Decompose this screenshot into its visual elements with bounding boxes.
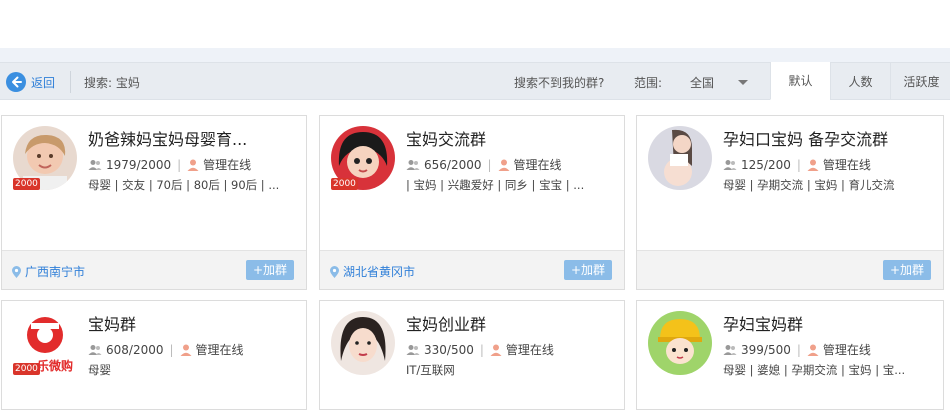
join-group-button[interactable]: +加群	[245, 260, 294, 280]
join-group-button[interactable]: +加群	[563, 260, 612, 280]
avatar-logo-text: 乐微购	[37, 359, 74, 373]
tab-sort-members[interactable]: 人数	[830, 62, 890, 100]
group-name[interactable]: 宝妈创业群	[406, 311, 616, 335]
members-icon	[88, 159, 102, 170]
search-toolbar: 返回 搜索: 宝妈 搜索不到我的群? 范围: 全国 默认 人数 活跃度	[0, 62, 950, 100]
admin-status: 管理在线	[203, 158, 252, 172]
capacity-badge: 2000	[331, 178, 358, 190]
group-tags: 母婴	[88, 363, 111, 377]
capacity-badge: 2000	[13, 363, 40, 375]
member-count: 656/2000	[424, 157, 482, 172]
member-count: 608/2000	[106, 342, 164, 357]
chevron-down-icon[interactable]	[738, 80, 748, 85]
members-icon	[88, 344, 102, 355]
admin-icon	[498, 159, 510, 171]
not-found-link[interactable]: 搜索不到我的群?	[514, 74, 604, 91]
group-card[interactable]: 2000 奶爸辣妈宝妈母婴育... 1979/2000 | 管理在线 母婴 | …	[1, 115, 307, 290]
group-meta: 1979/2000 | 管理在线	[88, 156, 251, 173]
admin-status: 管理在线	[822, 343, 871, 357]
member-count: 399/500	[741, 342, 791, 357]
group-meta: 125/200 | 管理在线	[723, 156, 871, 173]
location-text: 广西南宁市	[25, 265, 86, 279]
toolbar-divider	[70, 71, 71, 93]
page-top-blank	[0, 0, 950, 48]
group-card[interactable]: 宝妈创业群 330/500 | 管理在线 IT/互联网	[319, 300, 625, 410]
group-card[interactable]: 孕妇口宝妈 备孕交流群 125/200 | 管理在线 母婴 | 孕期交流 | 宝…	[636, 115, 944, 290]
back-label: 返回	[31, 75, 56, 90]
meta-separator: |	[796, 342, 801, 357]
admin-icon	[807, 159, 819, 171]
members-icon	[723, 344, 737, 355]
group-tags: 母婴 | 交友 | 70后 | 80后 | 90后 | ...	[88, 178, 280, 192]
search-query-text: 搜索: 宝妈	[84, 76, 140, 90]
group-tags: | 宝妈 | 兴趣爱好 | 同乡 | 宝宝 | ...	[406, 178, 585, 192]
location-pin-icon	[330, 265, 339, 278]
header-band	[0, 48, 950, 62]
group-card[interactable]: 孕妇宝妈群 399/500 | 管理在线 母婴 | 婆媳 | 孕期交流 | 宝妈…	[636, 300, 944, 410]
scope-label: 范围:	[634, 76, 663, 90]
group-meta: 399/500 | 管理在线	[723, 341, 871, 358]
back-button[interactable]: 返回	[6, 72, 55, 92]
card-footer: 广西南宁市 +加群	[2, 250, 306, 289]
card-footer: +加群	[637, 250, 943, 289]
group-card[interactable]: 2000 宝妈交流群 656/2000 | 管理在线 | 宝妈 | 兴趣爱好 |…	[319, 115, 625, 290]
group-meta: 330/500 | 管理在线	[406, 341, 554, 358]
member-count: 125/200	[741, 157, 791, 172]
group-meta: 608/2000 | 管理在线	[88, 341, 244, 358]
admin-icon	[807, 344, 819, 356]
group-name[interactable]: 奶爸辣妈宝妈母婴育...	[88, 126, 298, 150]
group-tags: IT/互联网	[406, 363, 455, 377]
members-icon	[406, 159, 420, 170]
admin-status: 管理在线	[513, 158, 562, 172]
group-location: 广西南宁市	[12, 263, 85, 280]
group-tags: 母婴 | 孕期交流 | 宝妈 | 育儿交流	[723, 178, 895, 192]
group-meta: 656/2000 | 管理在线	[406, 156, 562, 173]
group-location: 湖北省黄冈市	[330, 263, 415, 280]
location-pin-icon	[12, 265, 21, 278]
admin-status: 管理在线	[505, 343, 554, 357]
admin-icon	[180, 344, 192, 356]
meta-separator: |	[177, 157, 182, 172]
scope-select[interactable]: 全国	[690, 74, 714, 91]
group-name[interactable]: 孕妇宝妈群	[723, 311, 933, 335]
admin-icon	[187, 159, 199, 171]
members-icon	[406, 344, 420, 355]
tab-sort-activity[interactable]: 活跃度	[890, 62, 950, 100]
group-avatar	[331, 311, 395, 375]
group-name[interactable]: 孕妇口宝妈 备孕交流群	[723, 126, 933, 150]
meta-separator: |	[479, 342, 484, 357]
group-avatar	[648, 126, 712, 190]
group-avatar	[648, 311, 712, 375]
group-name[interactable]: 宝妈群	[88, 311, 298, 335]
meta-separator: |	[169, 342, 174, 357]
admin-status: 管理在线	[822, 158, 871, 172]
group-card[interactable]: 2000 乐微购 宝妈群 608/2000 | 管理在线 母婴	[1, 300, 307, 410]
admin-icon	[490, 344, 502, 356]
join-group-button[interactable]: +加群	[882, 260, 931, 280]
group-name[interactable]: 宝妈交流群	[406, 126, 616, 150]
admin-status: 管理在线	[195, 343, 244, 357]
meta-separator: |	[796, 157, 801, 172]
group-tags: 母婴 | 婆媳 | 孕期交流 | 宝妈 | 宝...	[723, 363, 906, 377]
capacity-badge: 2000	[13, 178, 40, 190]
member-count: 1979/2000	[106, 157, 172, 172]
card-footer: 湖北省黄冈市 +加群	[320, 250, 624, 289]
members-icon	[723, 159, 737, 170]
back-arrow-icon	[6, 72, 26, 92]
meta-separator: |	[487, 157, 492, 172]
member-count: 330/500	[424, 342, 474, 357]
location-text: 湖北省黄冈市	[343, 265, 416, 279]
tab-sort-default[interactable]: 默认	[770, 62, 830, 100]
